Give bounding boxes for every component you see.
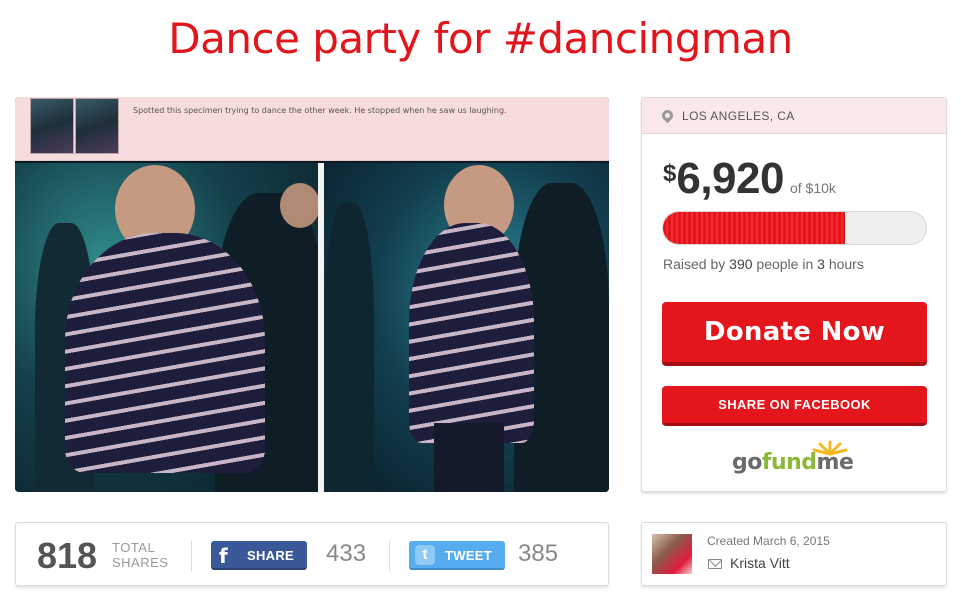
creator-name[interactable]: Krista Vitt [730, 555, 790, 571]
photo-post-header: Spotted this specimen trying to dance th… [15, 97, 609, 161]
tweet-count: 385 [518, 540, 559, 567]
photo-panel-left [15, 163, 318, 492]
total-shares-label: TOTAL SHARES [112, 540, 168, 570]
mail-icon[interactable] [708, 559, 722, 569]
hours-count: 3 [817, 256, 825, 272]
brand-fund: fund [761, 450, 817, 475]
donation-card: LOS ANGELES, CA $ 6,920 of $10k Raised b… [641, 97, 947, 492]
total-label-line1: TOTAL [112, 540, 156, 555]
gofundme-wordmark: gofundme [732, 450, 854, 475]
location-pin-icon [659, 107, 676, 124]
twitter-icon: t [415, 545, 435, 565]
location-text: LOS ANGELES, CA [682, 108, 795, 123]
raised-value: 6,920 [676, 154, 784, 203]
creator-avatar[interactable] [652, 534, 692, 574]
campaign-photo[interactable]: Spotted this specimen trying to dance th… [15, 97, 609, 492]
raised-by-text: Raised by 390 people in 3 hours [663, 256, 864, 272]
currency-symbol: $ [663, 160, 677, 187]
facebook-share-label: SHARE [247, 548, 295, 563]
facebook-share-count: 433 [326, 540, 367, 567]
divider [191, 541, 192, 571]
location-bar: LOS ANGELES, CA [642, 98, 946, 134]
photo-caption: Spotted this specimen trying to dance th… [133, 106, 507, 115]
tweet-button[interactable]: t TWEET [409, 541, 505, 570]
people-count: 390 [729, 256, 753, 272]
facebook-share-button[interactable]: f SHARE [211, 541, 307, 570]
divider [389, 541, 390, 571]
donate-now-button[interactable]: Donate Now [662, 302, 927, 366]
goal-text: of $10k [789, 180, 836, 196]
created-date: Created March 6, 2015 [707, 534, 830, 548]
total-label-line2: SHARES [112, 555, 169, 570]
photo-thumbnail [75, 98, 119, 154]
tweet-label: TWEET [445, 548, 492, 563]
total-shares-count: 818 [37, 535, 98, 576]
progress-bar-fill [663, 212, 845, 244]
progress-bar [662, 211, 927, 245]
share-on-facebook-button[interactable]: SHARE ON FACEBOOK [662, 386, 927, 426]
raised-by-prefix: Raised by [663, 256, 726, 272]
hours-text: hours [828, 256, 864, 272]
page-title: Dance party for #dancingman [168, 14, 793, 63]
brand-me: me [816, 450, 854, 475]
raised-amount: $ 6,920 of $10k [663, 154, 836, 204]
people-text: people in [756, 256, 814, 272]
photo-thumbnail [30, 98, 74, 154]
gofundme-logo[interactable]: gofundme [732, 440, 862, 480]
brand-go: go [732, 450, 762, 475]
share-bar: 818 TOTAL SHARES f SHARE 433 t TWEET 385 [15, 522, 609, 586]
photo-panel-right [324, 163, 609, 492]
creator-card: Created March 6, 2015 Krista Vitt [641, 522, 947, 586]
facebook-icon: f [219, 544, 228, 568]
